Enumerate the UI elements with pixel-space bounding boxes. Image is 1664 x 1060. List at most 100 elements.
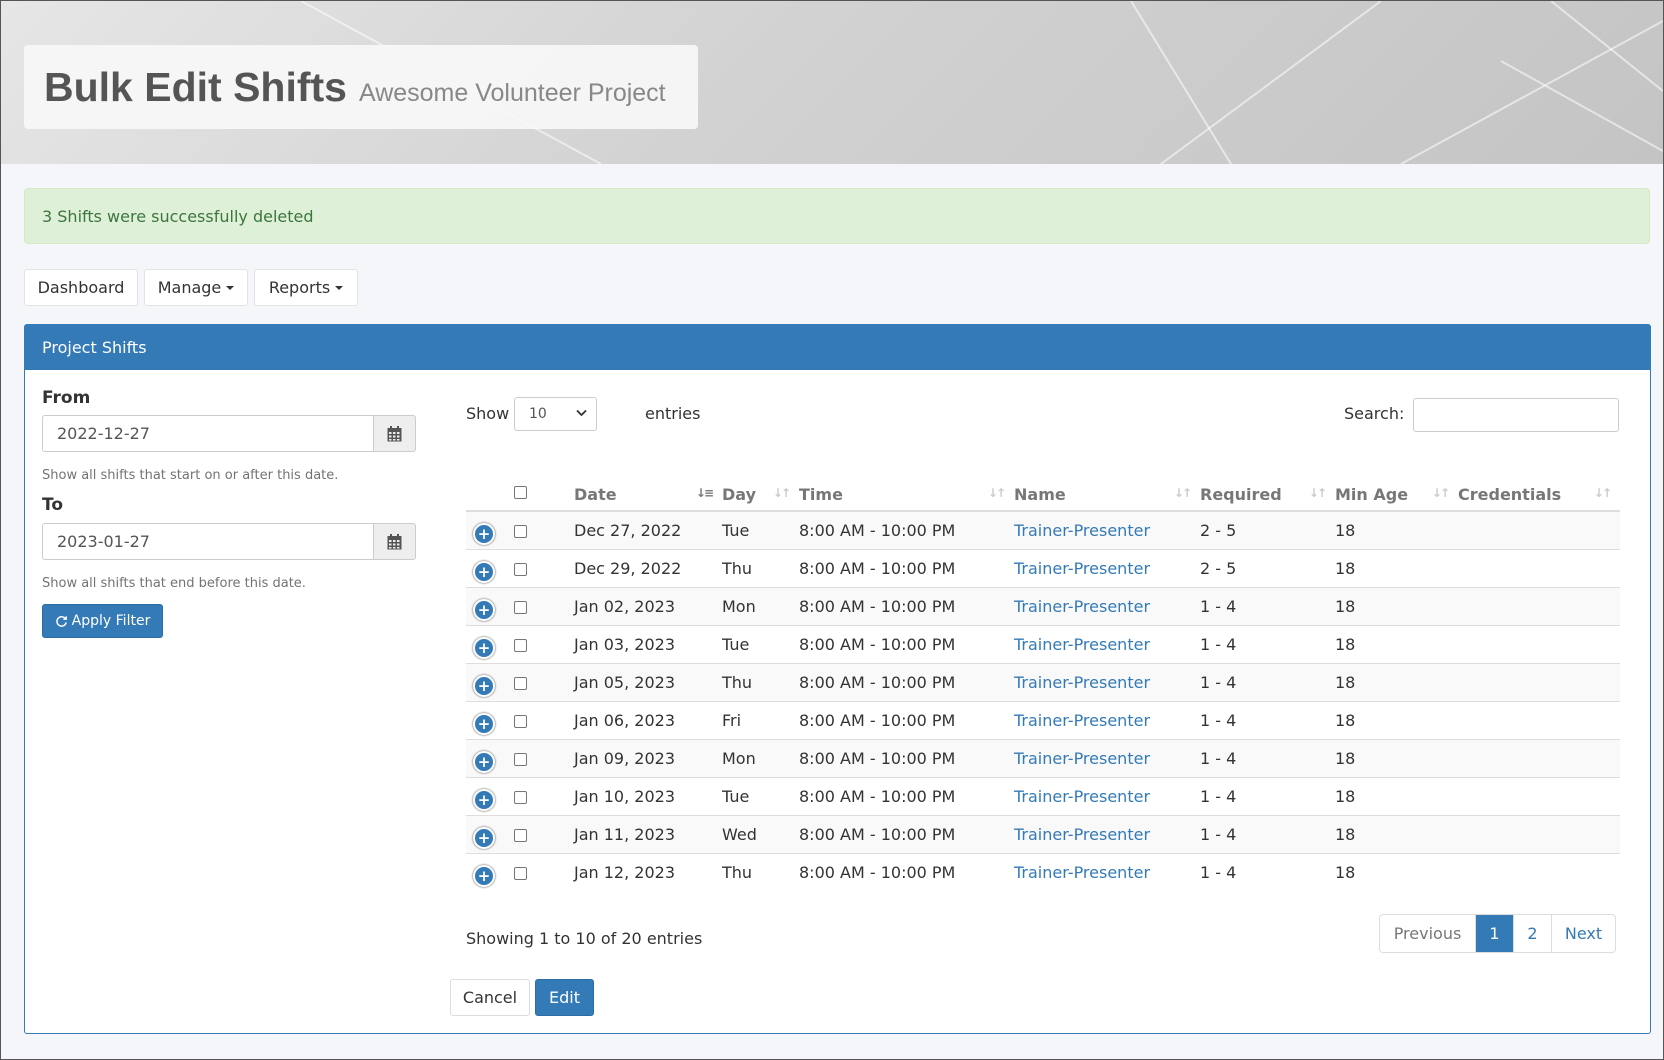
reports-dropdown-button[interactable]: Reports	[254, 269, 358, 306]
cell-date: Jan 10, 2023	[574, 777, 722, 816]
column-header-required[interactable]: Required ↓↑	[1200, 460, 1335, 512]
select-all-checkbox[interactable]	[514, 486, 527, 499]
shift-name-link[interactable]: Trainer-Presenter	[1014, 559, 1150, 578]
expand-row-icon[interactable]: +	[473, 522, 495, 545]
from-date-input[interactable]: 2022-12-27	[42, 415, 373, 452]
row-checkbox[interactable]	[514, 829, 527, 842]
to-calendar-button[interactable]	[373, 523, 416, 560]
expand-cell: +	[466, 739, 514, 778]
expand-row-icon[interactable]: +	[473, 712, 495, 735]
pager-next-button[interactable]: Next	[1551, 915, 1615, 952]
cell-credentials	[1458, 587, 1620, 626]
select-cell	[514, 701, 574, 740]
apply-filter-button[interactable]: Apply Filter	[42, 604, 163, 638]
from-calendar-button[interactable]	[373, 415, 416, 452]
cell-day: Wed	[722, 815, 799, 854]
sort-icon: ↓↑	[1308, 486, 1327, 500]
cell-credentials	[1458, 853, 1620, 891]
row-checkbox[interactable]	[514, 563, 527, 576]
cell-date: Jan 09, 2023	[574, 739, 722, 778]
column-header-min-age[interactable]: Min Age ↓↑	[1335, 460, 1458, 512]
cell-name: Trainer-Presenter	[1014, 853, 1200, 891]
column-header-date[interactable]: Date ↓≡	[574, 460, 722, 512]
cell-day: Mon	[722, 587, 799, 626]
dashboard-button[interactable]: Dashboard	[24, 269, 138, 306]
row-checkbox[interactable]	[514, 525, 527, 538]
cell-required: 2 - 5	[1200, 510, 1335, 550]
pager-page-2[interactable]: 2	[1513, 915, 1551, 952]
cell-credentials	[1458, 663, 1620, 702]
select-cell	[514, 739, 574, 778]
row-checkbox[interactable]	[514, 677, 527, 690]
cancel-label: Cancel	[462, 988, 518, 1007]
entries-label: entries	[645, 404, 701, 423]
shift-name-link[interactable]: Trainer-Presenter	[1014, 749, 1150, 768]
apply-filter-label: Apply Filter	[71, 613, 151, 629]
page-length-select[interactable]: 10	[514, 397, 597, 431]
cell-date: Jan 05, 2023	[574, 663, 722, 702]
pagination: Previous 1 2 Next	[1379, 914, 1616, 953]
pager-page-1[interactable]: 1	[1475, 915, 1513, 952]
table-row: + Jan 11, 2023 Wed 8:00 AM - 10:00 PM Traine…	[466, 815, 1620, 854]
expand-row-icon[interactable]: +	[473, 826, 495, 849]
cell-credentials	[1458, 777, 1620, 816]
shift-name-link[interactable]: Trainer-Presenter	[1014, 825, 1150, 844]
select-cell	[514, 853, 574, 891]
cell-name: Trainer-Presenter	[1014, 739, 1200, 778]
pager-previous-button[interactable]: Previous	[1380, 915, 1475, 952]
row-checkbox[interactable]	[514, 601, 527, 614]
row-checkbox[interactable]	[514, 639, 527, 652]
cell-date: Jan 02, 2023	[574, 587, 722, 626]
select-cell	[514, 815, 574, 854]
expand-column-header	[466, 460, 514, 512]
shift-name-link[interactable]: Trainer-Presenter	[1014, 635, 1150, 654]
expand-row-icon[interactable]: +	[473, 674, 495, 697]
row-checkbox[interactable]	[514, 715, 527, 728]
expand-row-icon[interactable]: +	[473, 864, 495, 887]
cell-name: Trainer-Presenter	[1014, 549, 1200, 588]
sort-icon: ↓↑	[987, 486, 1006, 500]
cell-name: Trainer-Presenter	[1014, 663, 1200, 702]
row-checkbox[interactable]	[514, 753, 527, 766]
cell-date: Jan 06, 2023	[574, 701, 722, 740]
expand-row-icon[interactable]: +	[473, 750, 495, 773]
search-input[interactable]	[1413, 398, 1619, 432]
edit-button[interactable]: Edit	[535, 979, 594, 1016]
shift-name-link[interactable]: Trainer-Presenter	[1014, 711, 1150, 730]
select-cell	[514, 663, 574, 702]
expand-row-icon[interactable]: +	[473, 788, 495, 811]
cell-min-age: 18	[1335, 625, 1458, 664]
table-row: + Jan 02, 2023 Mon 8:00 AM - 10:00 PM Traine…	[466, 587, 1620, 626]
shift-name-link[interactable]: Trainer-Presenter	[1014, 863, 1150, 882]
shift-name-link[interactable]: Trainer-Presenter	[1014, 673, 1150, 692]
column-header-day[interactable]: Day ↓↑	[722, 460, 799, 512]
to-date-input[interactable]: 2023-01-27	[42, 523, 373, 560]
column-header-time[interactable]: Time ↓↑	[799, 460, 1014, 512]
cell-credentials	[1458, 625, 1620, 664]
table-header-row: Date ↓≡ Day ↓↑ Time ↓↑ Name ↓↑ Required ↓↑ Mi…	[466, 460, 1620, 512]
cell-required: 1 - 4	[1200, 625, 1335, 664]
shift-name-link[interactable]: Trainer-Presenter	[1014, 597, 1150, 616]
expand-row-icon[interactable]: +	[473, 560, 495, 583]
row-checkbox[interactable]	[514, 867, 527, 880]
title-card: Bulk Edit Shifts Awesome Volunteer Proje…	[24, 45, 698, 129]
cell-time: 8:00 AM - 10:00 PM	[799, 625, 1014, 664]
table-row: + Jan 10, 2023 Tue 8:00 AM - 10:00 PM Traine…	[466, 777, 1620, 816]
expand-row-icon[interactable]: +	[473, 598, 495, 621]
column-header-credentials[interactable]: Credentials ↓↑	[1458, 460, 1620, 512]
cell-date: Jan 11, 2023	[574, 815, 722, 854]
cell-day: Tue	[722, 510, 799, 550]
table-body: + Dec 27, 2022 Tue 8:00 AM - 10:00 PM Traine…	[466, 510, 1620, 891]
header-banner: Bulk Edit Shifts Awesome Volunteer Proje…	[1, 1, 1663, 164]
expand-row-icon[interactable]: +	[473, 636, 495, 659]
expand-cell: +	[466, 587, 514, 626]
column-header-name[interactable]: Name ↓↑	[1014, 460, 1200, 512]
cell-required: 1 - 4	[1200, 853, 1335, 891]
cell-credentials	[1458, 739, 1620, 778]
shift-name-link[interactable]: Trainer-Presenter	[1014, 787, 1150, 806]
cancel-button[interactable]: Cancel	[450, 979, 530, 1016]
row-checkbox[interactable]	[514, 791, 527, 804]
select-cell	[514, 625, 574, 664]
manage-dropdown-button[interactable]: Manage	[144, 269, 248, 306]
shift-name-link[interactable]: Trainer-Presenter	[1014, 521, 1150, 540]
